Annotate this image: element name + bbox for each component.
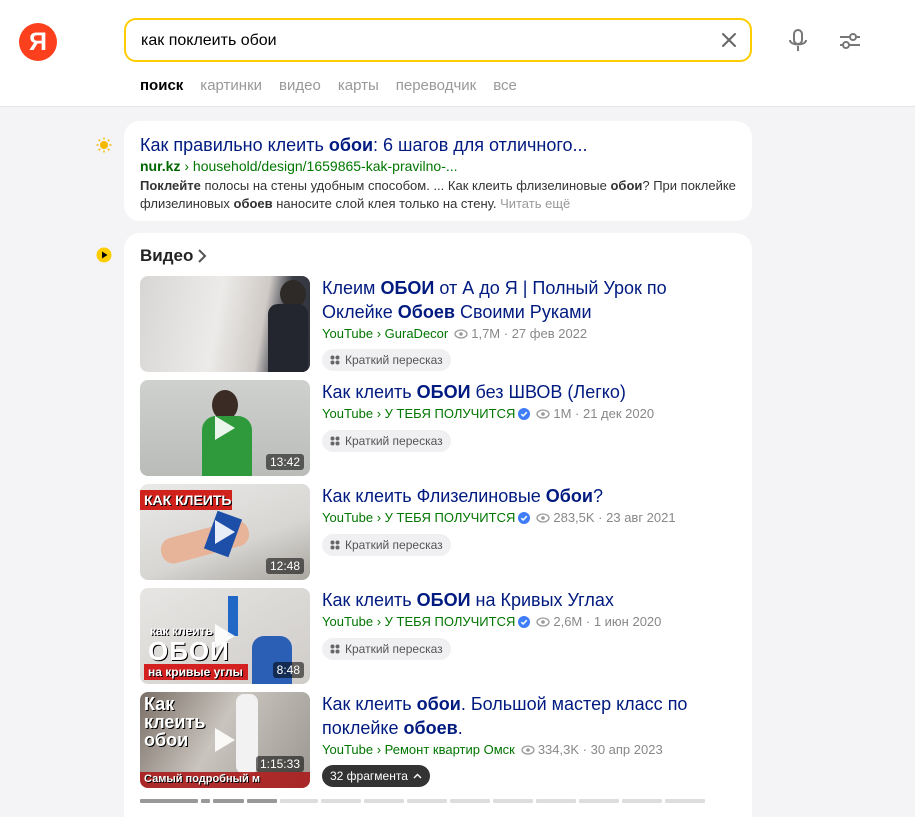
result-snippet: Поклейте полосы на стены удобным способо… <box>140 178 736 211</box>
video-header-link[interactable]: Видео <box>140 246 207 266</box>
video-item[interactable]: КАК КЛЕИТЬ 12:48 Как клеить Флизелиновые… <box>140 484 740 580</box>
play-icon <box>215 416 235 440</box>
video-title-link[interactable]: Как клеить Флизелиновые Обои? <box>322 484 732 508</box>
video-meta: YouTube › Ремонт квартир Омск 334,3K · 3… <box>322 742 663 757</box>
video-item[interactable]: как клеить ОБОИ на кривые углы 8:48 Как … <box>140 588 740 684</box>
result-title-link[interactable]: Как правильно клеить обои: 6 шагов для о… <box>140 135 588 156</box>
verified-badge-icon <box>518 407 531 420</box>
video-thumbnail[interactable]: как клеить ОБОИ на кривые углы 8:48 <box>140 588 310 684</box>
video-thumbnail[interactable]: КАК КЛЕИТЬ 12:48 <box>140 484 310 580</box>
fragments-chip[interactable]: 32 фрагмента <box>322 765 430 787</box>
video-duration: 8:48 <box>272 662 304 678</box>
video-title-link[interactable]: Как клеить ОБОИ на Кривых Углах <box>322 588 732 612</box>
microphone-icon[interactable] <box>787 28 809 54</box>
video-duration: 12:48 <box>265 558 304 574</box>
clear-icon[interactable] <box>720 31 738 49</box>
summary-icon <box>330 540 340 550</box>
tab-all[interactable]: все <box>493 77 517 94</box>
play-icon <box>215 728 235 752</box>
video-thumbnail[interactable]: Как клеить обои Самый подробный м 1:15:3… <box>140 692 310 788</box>
search-box[interactable]: как поклеить обои <box>124 18 752 62</box>
video-item[interactable]: 13:42 Как клеить ОБОИ без ШВОВ (Легко) Y… <box>140 380 740 476</box>
thumbnail-caption: обои <box>144 730 189 750</box>
search-result: Как правильно клеить обои: 6 шагов для о… <box>124 121 752 221</box>
eye-icon <box>536 616 551 627</box>
video-item[interactable]: Клеим ОБОИ от А до Я | Полный Урок по Ок… <box>140 276 740 372</box>
thumbnail-caption: Как <box>144 694 175 714</box>
tab-maps[interactable]: карты <box>338 77 379 94</box>
video-thumbnail[interactable]: 13:42 <box>140 380 310 476</box>
video-thumbnail[interactable] <box>140 276 310 372</box>
eye-icon <box>454 328 468 339</box>
play-icon <box>215 624 235 648</box>
video-play-favicon-icon <box>96 247 112 263</box>
thumbnail-caption: Самый подробный м <box>144 773 260 785</box>
thumbnail-caption: клеить <box>144 712 206 732</box>
eye-icon <box>521 744 535 755</box>
filter-settings-icon[interactable] <box>838 30 862 52</box>
video-meta: YouTube › У ТЕБЯ ПОЛУЧИТСЯ 283,5K · 23 а… <box>322 510 676 525</box>
header: Я как поклеить обои поиск картинки видео… <box>0 0 915 107</box>
video-duration: 1:15:33 <box>255 756 304 772</box>
site-favicon-icon <box>96 137 112 153</box>
read-more-link[interactable]: Читать ещё <box>496 196 570 211</box>
video-meta: YouTube › У ТЕБЯ ПОЛУЧИТСЯ 2,6M · 1 июн … <box>322 614 662 629</box>
summary-icon <box>330 436 340 446</box>
video-title-link[interactable]: Как клеить ОБОИ без ШВОВ (Легко) <box>322 380 732 404</box>
play-icon <box>215 520 235 544</box>
video-title-link[interactable]: Клеим ОБОИ от А до Я | Полный Урок по Ок… <box>322 276 732 324</box>
video-block: Видео Клеим ОБОИ от А до Я | Полный Урок… <box>124 233 752 817</box>
tab-images[interactable]: картинки <box>200 77 262 94</box>
tab-video[interactable]: видео <box>279 77 321 94</box>
carousel-scrollbar[interactable] <box>140 799 718 803</box>
chevron-right-icon <box>198 249 207 263</box>
eye-icon <box>536 512 551 523</box>
video-title-link[interactable]: Как клеить обои. Большой мастер класс по… <box>322 692 732 740</box>
summary-chip[interactable]: Краткий пересказ <box>322 430 451 452</box>
tab-search[interactable]: поиск <box>140 77 183 94</box>
thumbnail-caption: КАК КЛЕИТЬ <box>144 492 232 508</box>
verified-badge-icon <box>518 511 531 524</box>
tab-translator[interactable]: переводчик <box>396 77 476 94</box>
video-meta: YouTube › GuraDecor 1,7M · 27 фев 2022 <box>322 326 588 341</box>
search-input[interactable]: как поклеить обои <box>141 32 277 50</box>
eye-icon <box>536 408 551 419</box>
search-tabs: поиск картинки видео карты переводчик вс… <box>140 77 534 94</box>
summary-chip[interactable]: Краткий пересказ <box>322 349 451 371</box>
video-meta: YouTube › У ТЕБЯ ПОЛУЧИТСЯ 1M · 21 дек 2… <box>322 406 655 421</box>
summary-chip[interactable]: Краткий пересказ <box>322 534 451 556</box>
video-item[interactable]: Как клеить обои Самый подробный м 1:15:3… <box>140 692 740 788</box>
chevron-up-icon <box>413 773 422 779</box>
yandex-logo[interactable]: Я <box>19 23 57 61</box>
result-url[interactable]: nur.kz › household/design/1659865-kak-pr… <box>140 158 458 174</box>
summary-chip[interactable]: Краткий пересказ <box>322 638 451 660</box>
thumbnail-caption: на кривые углы <box>148 665 243 679</box>
summary-icon <box>330 355 340 365</box>
video-duration: 13:42 <box>265 454 304 470</box>
summary-icon <box>330 644 340 654</box>
verified-badge-icon <box>518 615 531 628</box>
